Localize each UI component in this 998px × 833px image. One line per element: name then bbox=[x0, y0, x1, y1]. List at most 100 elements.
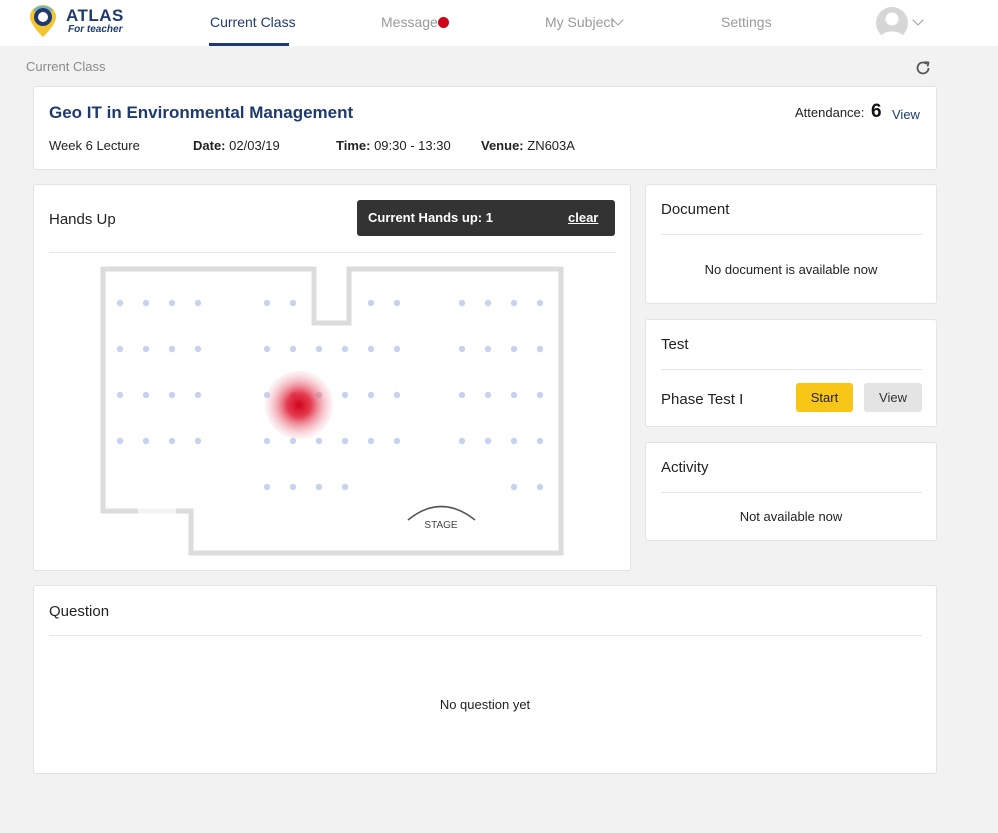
nav-message[interactable]: Message bbox=[381, 14, 438, 30]
seat bbox=[263, 437, 271, 445]
seat bbox=[263, 299, 271, 307]
seat bbox=[458, 299, 466, 307]
brand-name: ATLAS bbox=[66, 6, 124, 25]
divider bbox=[661, 369, 922, 370]
seat bbox=[484, 299, 492, 307]
seat bbox=[315, 437, 323, 445]
class-date: Date: 02/03/19 bbox=[193, 138, 280, 153]
seat bbox=[458, 345, 466, 353]
seat bbox=[116, 391, 124, 399]
seat bbox=[315, 483, 323, 491]
venue-value: ZN603A bbox=[527, 138, 575, 153]
nav-my-subject[interactable]: My Subject bbox=[545, 14, 614, 30]
seat bbox=[484, 345, 492, 353]
seat bbox=[168, 391, 176, 399]
document-empty-text: No document is available now bbox=[704, 262, 878, 277]
date-label: Date: bbox=[193, 138, 226, 153]
seat bbox=[510, 299, 518, 307]
classroom-seat-map[interactable]: STAGE bbox=[34, 185, 632, 572]
refresh-icon[interactable] bbox=[914, 59, 932, 77]
seat bbox=[341, 345, 349, 353]
seat bbox=[289, 299, 297, 307]
date-value: 02/03/19 bbox=[229, 138, 280, 153]
class-time: Time: 09:30 - 13:30 bbox=[336, 138, 451, 153]
seat bbox=[458, 391, 466, 399]
seat bbox=[367, 391, 375, 399]
stage-label: STAGE bbox=[424, 520, 457, 531]
seat bbox=[341, 437, 349, 445]
divider bbox=[49, 635, 922, 636]
document-title: Document bbox=[661, 201, 730, 218]
test-card: Test Phase Test I Start View bbox=[645, 319, 937, 427]
seat bbox=[142, 345, 150, 353]
seat bbox=[536, 299, 544, 307]
document-card: Document No document is available now bbox=[645, 184, 937, 304]
seat bbox=[116, 345, 124, 353]
seat bbox=[116, 299, 124, 307]
lecture-label: Week 6 Lecture bbox=[49, 138, 140, 153]
seat bbox=[393, 437, 401, 445]
test-name: Phase Test I bbox=[661, 391, 744, 408]
seat bbox=[367, 437, 375, 445]
class-info-card: Geo IT in Environmental Management Week … bbox=[33, 86, 937, 170]
question-card: Question No question yet bbox=[33, 585, 937, 774]
seat bbox=[116, 437, 124, 445]
class-title: Geo IT in Environmental Management bbox=[49, 103, 354, 122]
seat bbox=[536, 483, 544, 491]
venue-label: Venue: bbox=[481, 138, 524, 153]
seat bbox=[168, 437, 176, 445]
seat bbox=[289, 345, 297, 353]
seat bbox=[510, 437, 518, 445]
seat bbox=[194, 437, 202, 445]
question-empty-text: No question yet bbox=[439, 697, 531, 712]
seat bbox=[510, 483, 518, 491]
seat bbox=[194, 345, 202, 353]
divider bbox=[661, 492, 922, 493]
time-label: Time: bbox=[336, 138, 371, 153]
seat bbox=[315, 345, 323, 353]
location-pin-icon bbox=[30, 5, 56, 37]
seat bbox=[484, 437, 492, 445]
seat bbox=[367, 345, 375, 353]
seat bbox=[536, 437, 544, 445]
nav-current-class[interactable]: Current Class bbox=[210, 14, 296, 30]
seat bbox=[510, 391, 518, 399]
raised-hand-marker[interactable] bbox=[265, 371, 333, 439]
class-venue: Venue: ZN603A bbox=[481, 138, 575, 153]
message-dot-icon bbox=[438, 17, 449, 28]
user-avatar-icon[interactable] bbox=[876, 7, 908, 39]
divider bbox=[661, 234, 922, 235]
seat bbox=[536, 345, 544, 353]
active-nav-indicator bbox=[209, 43, 289, 46]
test-title: Test bbox=[661, 336, 689, 353]
seat bbox=[367, 299, 375, 307]
view-test-button[interactable]: View bbox=[864, 383, 922, 412]
seat bbox=[142, 391, 150, 399]
start-test-button[interactable]: Start bbox=[796, 383, 853, 412]
breadcrumb: Current Class bbox=[26, 59, 106, 74]
chevron-down-icon[interactable] bbox=[912, 14, 924, 26]
seat bbox=[263, 483, 271, 491]
seat bbox=[168, 345, 176, 353]
attendance-view-link[interactable]: View bbox=[892, 107, 920, 122]
seat bbox=[142, 437, 150, 445]
nav-settings[interactable]: Settings bbox=[721, 14, 772, 30]
stage-arc bbox=[407, 505, 476, 521]
seat bbox=[289, 483, 297, 491]
question-title: Question bbox=[49, 603, 110, 620]
activity-empty-text: Not available now bbox=[739, 509, 843, 524]
seat bbox=[536, 391, 544, 399]
hands-up-card: Hands Up Current Hands up: 1 clear STAGE bbox=[33, 184, 631, 571]
seat bbox=[393, 391, 401, 399]
seat bbox=[168, 299, 176, 307]
seat bbox=[194, 391, 202, 399]
top-navigation: ATLAS For teacher Current Class Message … bbox=[0, 0, 998, 46]
seat bbox=[393, 299, 401, 307]
seat bbox=[341, 483, 349, 491]
seat bbox=[142, 299, 150, 307]
atlas-logo[interactable]: ATLAS For teacher bbox=[26, 2, 136, 42]
seat bbox=[341, 391, 349, 399]
attendance-label: Attendance: bbox=[795, 105, 865, 120]
activity-card: Activity Not available now bbox=[645, 442, 937, 541]
brand-subtitle: For teacher bbox=[68, 24, 123, 35]
